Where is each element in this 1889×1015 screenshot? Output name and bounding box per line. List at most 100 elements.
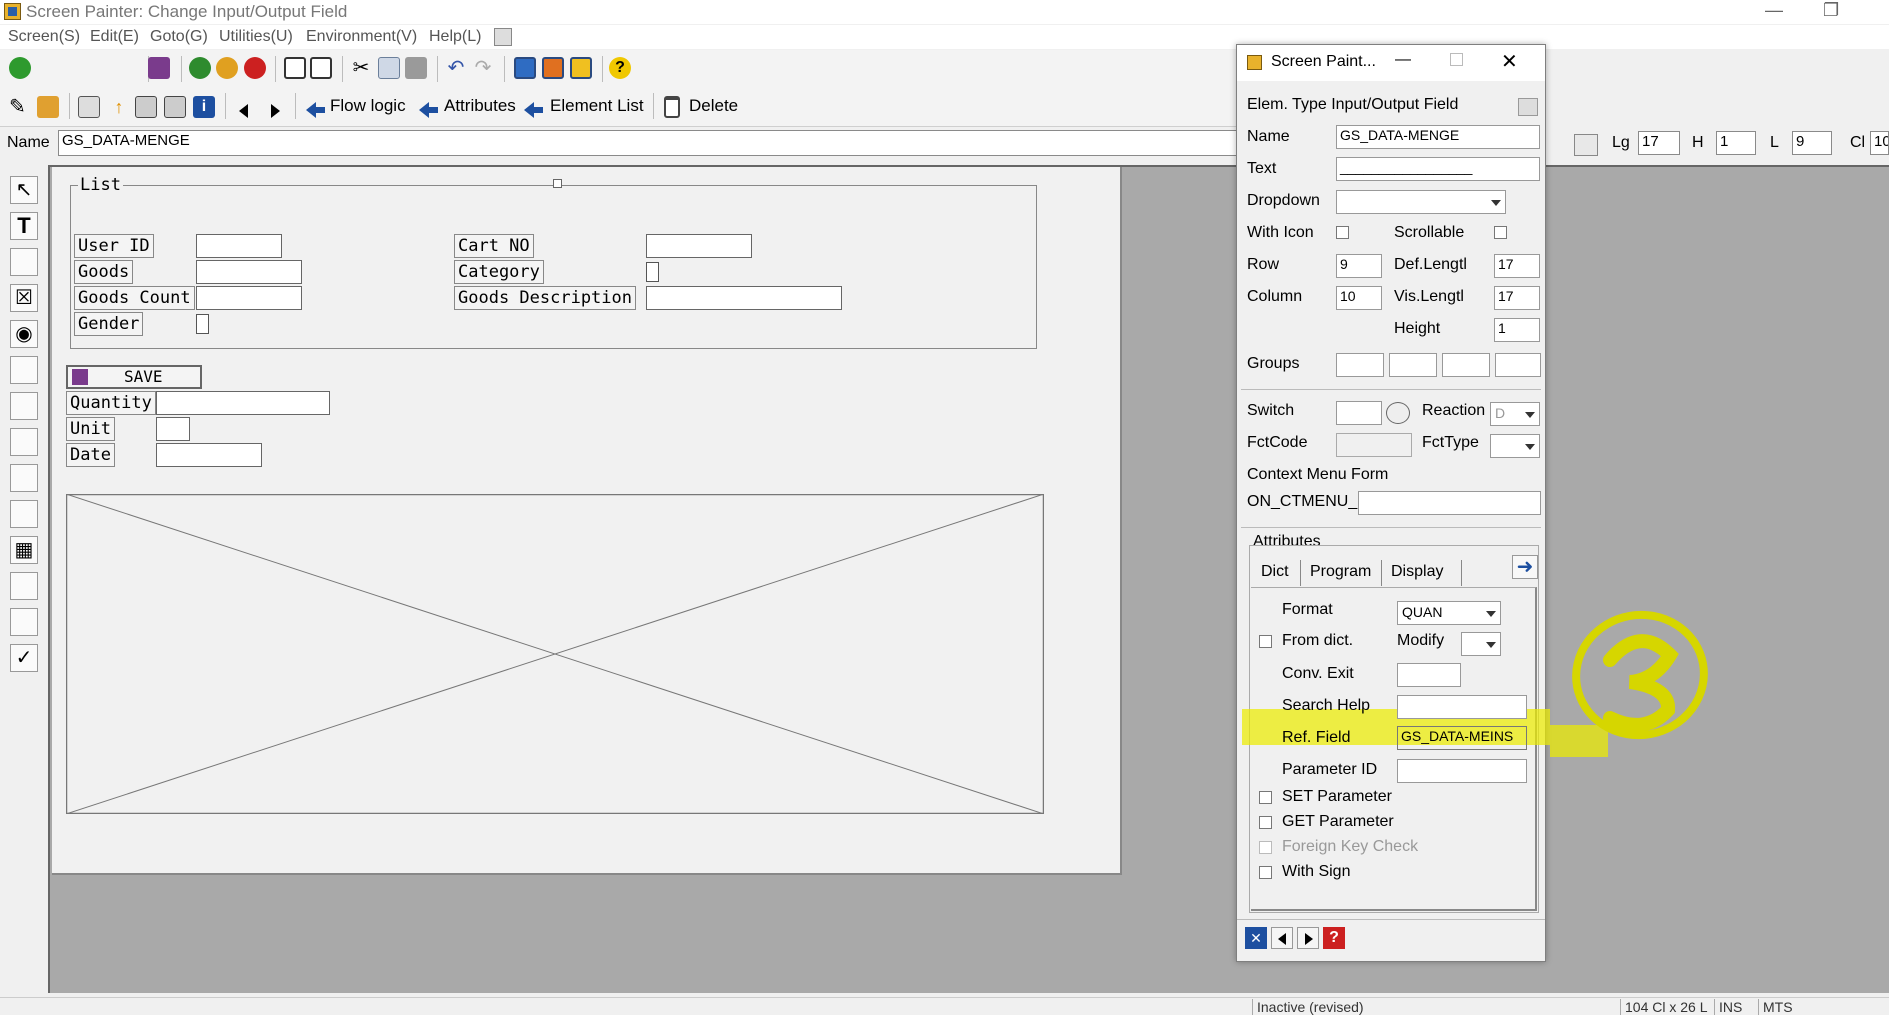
delete-button[interactable]: Delete xyxy=(689,96,738,116)
vislength-field[interactable]: 17 xyxy=(1494,286,1540,310)
name-field[interactable]: GS_DATA-MENGE xyxy=(58,130,1238,156)
restore-icon[interactable]: ❐ xyxy=(1823,0,1839,21)
enter-check-icon[interactable] xyxy=(9,57,31,79)
edit-pencil-icon[interactable]: ✎ xyxy=(9,96,31,118)
field-list-icon[interactable] xyxy=(1574,134,1598,156)
dialog-maximize-icon[interactable] xyxy=(1450,53,1463,66)
column-field[interactable]: 10 xyxy=(1336,286,1382,310)
input-date[interactable] xyxy=(156,443,262,467)
window-layout-icon[interactable] xyxy=(514,57,536,79)
with-icon-checkbox[interactable] xyxy=(1336,226,1349,239)
label-goods-count[interactable]: Goods Count xyxy=(74,286,195,310)
l-field[interactable]: 9 xyxy=(1792,131,1832,155)
arrow-right-icon[interactable]: ➜ xyxy=(1512,555,1538,579)
tabstrip-tool-icon[interactable] xyxy=(10,392,38,420)
menu-goto[interactable]: Goto(G) xyxy=(150,28,208,46)
help-question-icon[interactable]: ? xyxy=(1323,927,1345,949)
label-unit[interactable]: Unit xyxy=(66,417,115,441)
redo-icon[interactable]: ↷ xyxy=(472,57,494,79)
window-layout-2-icon[interactable] xyxy=(542,57,564,79)
height-field[interactable]: 1 xyxy=(1494,318,1540,342)
input-goods-description[interactable] xyxy=(646,286,842,310)
lg-field[interactable]: 17 xyxy=(1638,131,1680,155)
exit-icon[interactable] xyxy=(216,57,238,79)
hierarchy-icon[interactable] xyxy=(78,96,100,118)
cl-field[interactable]: 10 xyxy=(1870,131,1889,155)
set-parameter-checkbox[interactable] xyxy=(1259,791,1272,804)
group-field-3[interactable] xyxy=(1442,353,1490,377)
tab-program[interactable]: Program xyxy=(1310,563,1371,581)
search-help-field[interactable] xyxy=(1397,695,1527,719)
tabstrip-wizard-tool-icon[interactable] xyxy=(10,428,38,456)
checkbox-category[interactable] xyxy=(646,262,659,282)
previous-icon[interactable] xyxy=(239,104,248,118)
status-icon-tool-icon[interactable]: ✓ xyxy=(10,644,38,672)
radio-button-tool-icon[interactable]: ◉ xyxy=(10,320,38,348)
context-menu-field[interactable] xyxy=(1358,491,1541,515)
dropdown-select[interactable] xyxy=(1336,190,1506,214)
elem-type-icon[interactable] xyxy=(1518,98,1538,116)
checkbox-tool-icon[interactable]: ☒ xyxy=(10,284,38,312)
input-field-tool-icon[interactable] xyxy=(10,248,38,276)
format-select[interactable]: QUAN xyxy=(1397,601,1501,625)
tab-display[interactable]: Display xyxy=(1391,563,1443,581)
switch-link-icon[interactable] xyxy=(1386,402,1410,424)
table-wizard-tool-icon[interactable] xyxy=(10,572,38,600)
label-goods[interactable]: Goods xyxy=(74,260,134,284)
input-user-id[interactable] xyxy=(196,234,282,258)
input-goods[interactable] xyxy=(196,260,302,284)
undo-icon[interactable]: ↶ xyxy=(445,57,467,79)
scrollable-checkbox[interactable] xyxy=(1494,226,1507,239)
help-icon[interactable]: ? xyxy=(609,57,631,79)
input-unit[interactable] xyxy=(156,417,190,441)
next-icon[interactable] xyxy=(271,104,280,118)
next-element-icon[interactable] xyxy=(1297,927,1319,949)
group-field-4[interactable] xyxy=(1495,353,1541,377)
activate-icon[interactable] xyxy=(37,96,59,118)
close-x-icon[interactable]: ✕ xyxy=(1245,927,1267,949)
with-sign-checkbox[interactable] xyxy=(1259,866,1272,879)
modify-select[interactable] xyxy=(1461,632,1501,656)
label-quantity[interactable]: Quantity xyxy=(66,391,156,415)
label-category[interactable]: Category xyxy=(454,260,544,284)
foreign-key-checkbox[interactable] xyxy=(1259,841,1272,854)
display-object-icon[interactable] xyxy=(135,96,157,118)
label-gender[interactable]: Gender xyxy=(74,312,144,336)
box-tool-icon[interactable] xyxy=(10,464,38,492)
input-quantity[interactable] xyxy=(156,391,330,415)
label-cart-no[interactable]: Cart NO xyxy=(454,234,534,258)
dialog-minimize-icon[interactable]: — xyxy=(1395,51,1411,69)
menu-edit[interactable]: Edit(E) xyxy=(90,28,139,46)
input-cart-no[interactable] xyxy=(646,234,752,258)
menu-environment[interactable]: Environment(V) xyxy=(306,28,417,46)
save-icon[interactable] xyxy=(148,57,170,79)
parameter-id-field[interactable] xyxy=(1397,759,1527,783)
prev-element-icon[interactable] xyxy=(1271,927,1293,949)
input-goods-count[interactable] xyxy=(196,286,302,310)
popup-name-field[interactable]: GS_DATA-MENGE xyxy=(1336,125,1540,149)
table-control-tool-icon[interactable]: ▦ xyxy=(10,536,38,564)
info-icon[interactable]: i xyxy=(193,96,215,118)
where-used-icon[interactable]: ↑ xyxy=(108,96,130,118)
group-field-2[interactable] xyxy=(1389,353,1437,377)
label-date[interactable]: Date xyxy=(66,443,115,467)
pointer-tool-icon[interactable]: ↖ xyxy=(10,176,38,204)
label-user-id[interactable]: User ID xyxy=(74,234,154,258)
deflength-field[interactable]: 17 xyxy=(1494,254,1540,278)
h-field[interactable]: 1 xyxy=(1716,131,1756,155)
find-icon[interactable] xyxy=(310,57,332,79)
minimize-icon[interactable]: — xyxy=(1765,0,1783,21)
element-list-button[interactable]: Element List xyxy=(550,96,644,116)
subscreen-tool-icon[interactable] xyxy=(10,500,38,528)
custom-control-tool-icon[interactable] xyxy=(10,608,38,636)
group-field-1[interactable] xyxy=(1336,353,1384,377)
paste-icon[interactable] xyxy=(405,57,427,79)
save-button[interactable]: SAVE xyxy=(66,365,202,389)
flow-logic-button[interactable]: Flow logic xyxy=(330,96,406,116)
menu-screen[interactable]: Screen(S) xyxy=(8,28,80,46)
label-goods-description[interactable]: Goods Description xyxy=(454,286,636,310)
dialog-close-icon[interactable]: ✕ xyxy=(1501,49,1518,74)
from-dict-checkbox[interactable] xyxy=(1259,635,1272,648)
get-parameter-checkbox[interactable] xyxy=(1259,816,1272,829)
ref-field-input[interactable]: GS_DATA-MEINS xyxy=(1397,726,1527,750)
